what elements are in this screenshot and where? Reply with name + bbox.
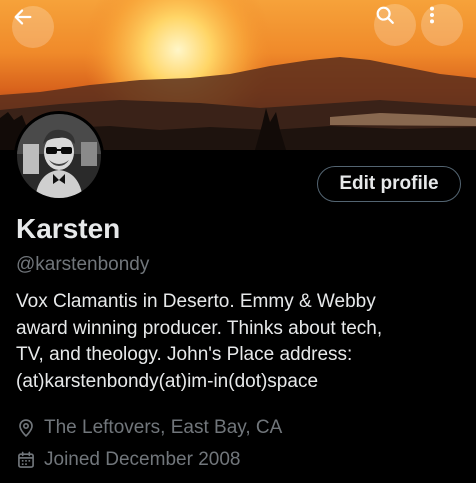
more-vertical-icon	[429, 6, 435, 24]
location-pin-icon	[19, 419, 33, 438]
bio-line: TV, and theology. John's Place address:	[16, 344, 353, 365]
joined-text: Joined December 2008	[44, 449, 241, 470]
avatar[interactable]	[14, 111, 104, 201]
search-button[interactable]	[374, 4, 416, 46]
avatar-photo	[17, 114, 101, 198]
profile-name: Karsten	[16, 213, 121, 244]
profile-handle: @karstenbondy	[16, 254, 150, 275]
more-options-button[interactable]	[421, 4, 463, 46]
search-icon	[376, 6, 394, 24]
bio-line: award winning producer. Thinks about tec…	[16, 317, 383, 339]
profile-bio: Vox Clamantis in Deserto. Emmy & Webby a…	[16, 289, 466, 395]
bio-line: (at)karstenbondy(at)im-in(dot)space	[16, 370, 319, 392]
location-text: The Leftovers, East Bay, CA	[44, 417, 283, 438]
arrow-left-icon	[14, 9, 32, 25]
profile-joined-date: Joined December 2008	[16, 449, 240, 471]
profile-location: The Leftovers, East Bay, CA	[16, 417, 282, 439]
calendar-icon	[18, 451, 34, 468]
back-button[interactable]	[12, 6, 54, 48]
bio-line: Vox Clamantis in Deserto. Emmy & Webby	[16, 291, 376, 312]
edit-profile-button[interactable]: Edit profile	[317, 166, 461, 202]
